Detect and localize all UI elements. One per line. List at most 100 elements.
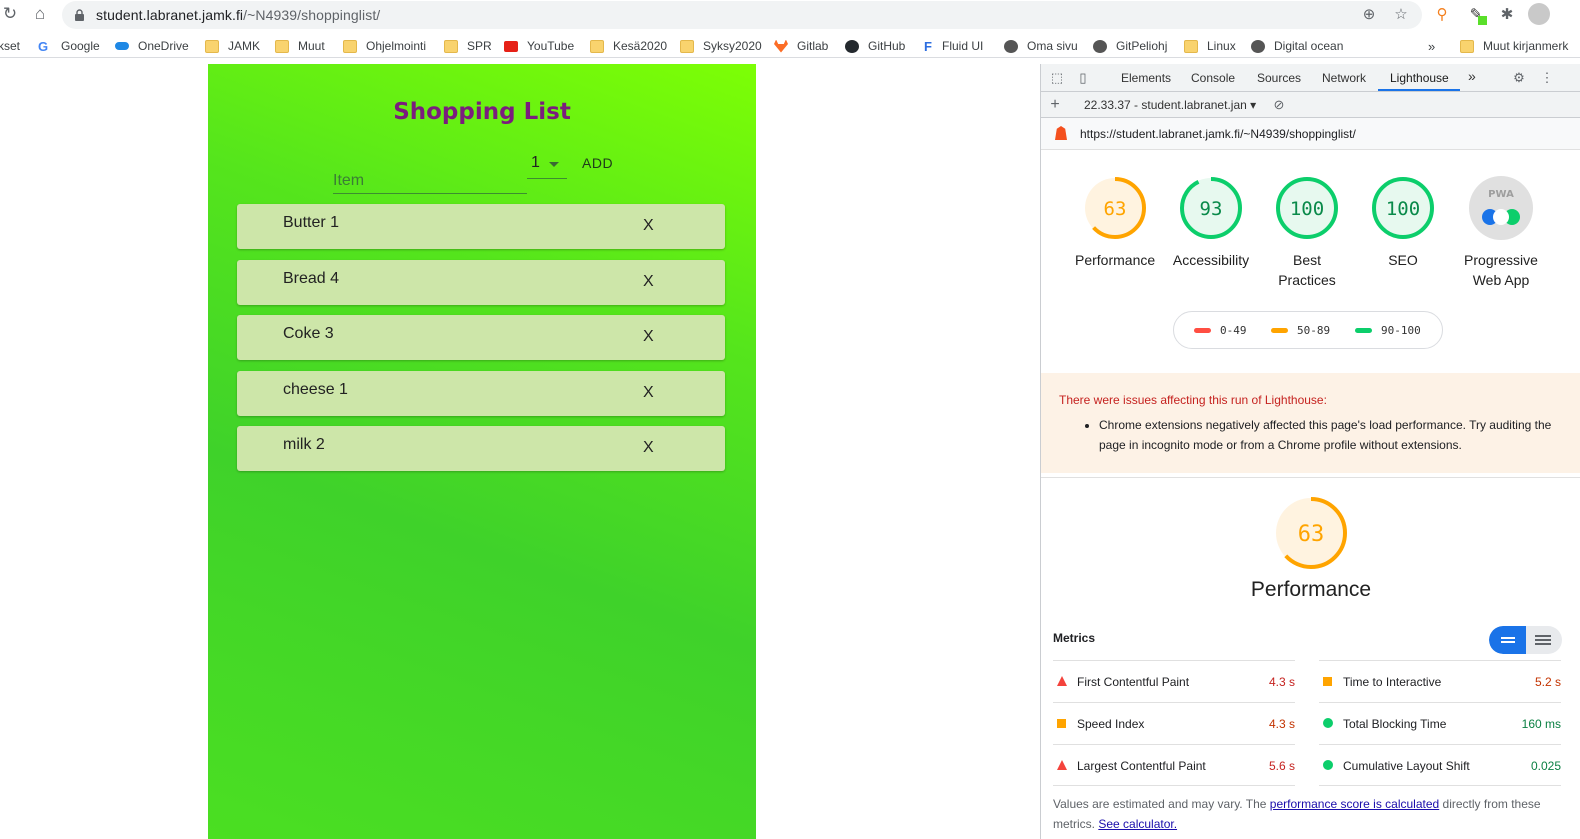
metric-row: Speed Index 4.3 s	[1053, 702, 1295, 744]
metric-value: 4.3 s	[1268, 675, 1295, 689]
folder-icon	[444, 39, 458, 53]
bookmark-item[interactable]: JAMK	[205, 37, 260, 55]
reload-icon[interactable]: ↻	[0, 4, 20, 24]
divider	[1041, 477, 1580, 478]
warning-box: There were issues affecting this run of …	[1041, 373, 1580, 473]
warning-item: Chrome extensions negatively affected th…	[1099, 415, 1559, 455]
metric-row: Total Blocking Time 160 ms	[1319, 702, 1561, 744]
metrics-view-toggle[interactable]	[1489, 626, 1562, 654]
bookmark-item[interactable]: Muut	[275, 37, 325, 55]
metric-row: First Contentful Paint 4.3 s	[1053, 660, 1295, 702]
inspect-icon[interactable]: ⬚	[1049, 70, 1065, 86]
avatar[interactable]	[1528, 3, 1550, 25]
kebab-menu-icon[interactable]: ⋮	[1539, 70, 1555, 86]
install-icon[interactable]: ⊕	[1360, 6, 1378, 24]
compact-view-button[interactable]	[1489, 626, 1526, 654]
tab-console[interactable]: Console	[1191, 71, 1235, 85]
gitlab-icon	[774, 39, 788, 53]
delete-button[interactable]: X	[643, 217, 654, 235]
gauge-pwa[interactable]: PWA Progressive Web App	[1459, 176, 1543, 290]
lighthouse-icon	[1055, 126, 1067, 140]
gauge-performance[interactable]: 63 Performance	[1075, 176, 1155, 270]
metric-value: 160 ms	[1521, 717, 1561, 731]
more-tabs-button[interactable]: »	[1468, 68, 1476, 84]
performance-gauge: 63	[1275, 497, 1347, 569]
add-button[interactable]: ADD	[582, 155, 613, 171]
active-tab-indicator	[1378, 89, 1460, 91]
delete-button[interactable]: X	[643, 384, 654, 402]
bookmark-item[interactable]: GitHub	[845, 37, 905, 55]
gauge-label: Progressive Web App	[1464, 252, 1538, 288]
gear-icon[interactable]: ⚙	[1511, 70, 1527, 86]
bookmark-item[interactable]: Digital ocean	[1251, 37, 1343, 55]
delete-button[interactable]: X	[643, 439, 654, 457]
bookmark-item[interactable]: YouTube	[504, 37, 574, 55]
performance-score: 63	[1298, 522, 1325, 547]
folder-icon	[205, 39, 219, 53]
bookmark-item[interactable]: SPR	[444, 37, 492, 55]
tab-network[interactable]: Network	[1322, 71, 1366, 85]
metric-name: Cumulative Layout Shift	[1343, 759, 1470, 773]
metric-value: 5.6 s	[1268, 759, 1295, 773]
fail-triangle-icon	[1057, 760, 1067, 770]
bookmark-item[interactable]: G Google	[38, 37, 100, 55]
score-legend: 0-49 50-89 90-100	[1173, 311, 1443, 349]
see-calculator-link[interactable]: See calculator.	[1098, 817, 1177, 831]
globe-icon	[1093, 39, 1107, 53]
delete-button[interactable]: X	[643, 328, 654, 346]
google-icon: G	[38, 38, 49, 54]
list-item: Coke 3 X	[237, 315, 725, 360]
gauge-value: 93	[1200, 198, 1223, 220]
device-toolbar-icon[interactable]: ▯	[1075, 70, 1091, 86]
gauge-best-practices[interactable]: 100 Best Practices	[1267, 176, 1347, 290]
tab-sources[interactable]: Sources	[1257, 71, 1301, 85]
legend-average: 50-89	[1271, 324, 1330, 337]
bookmark-item[interactable]: Kesä2020	[590, 37, 667, 55]
metric-name: Total Blocking Time	[1343, 717, 1447, 731]
gauge-accessibility[interactable]: 93 Accessibility	[1171, 176, 1251, 270]
bookmark-item[interactable]: Ohjelmointi	[343, 37, 426, 55]
item-text: milk 2	[283, 436, 325, 453]
home-icon[interactable]: ⌂	[30, 4, 50, 24]
report-selector[interactable]: 22.33.37 - student.labranet.jan ▾	[1084, 98, 1256, 112]
metric-row: Largest Contentful Paint 5.6 s	[1053, 744, 1295, 786]
score-calculated-link[interactable]: performance score is calculated	[1270, 797, 1439, 811]
bookmark-item[interactable]: kset	[0, 37, 20, 55]
bookmark-item[interactable]: GitPeliohj	[1093, 37, 1167, 55]
key-extension-icon[interactable]: ⚲	[1432, 5, 1452, 25]
delete-button[interactable]: X	[643, 273, 654, 291]
cloud-icon	[115, 42, 129, 50]
plus-icon[interactable]: +	[1047, 97, 1063, 113]
folder-icon	[680, 39, 694, 53]
gauge-label: Accessibility	[1172, 252, 1250, 268]
list-item: Butter 1 X	[237, 204, 725, 249]
bookmark-item[interactable]: OneDrive	[115, 37, 189, 55]
bookmark-item[interactable]: Muut kirjanmerk	[1460, 37, 1568, 55]
bookmark-item[interactable]: Linux	[1184, 37, 1236, 55]
item-input[interactable]	[333, 164, 527, 194]
chevron-down-icon	[549, 162, 559, 167]
pass-circle-icon	[1323, 760, 1333, 770]
clear-icon[interactable]: ⊘	[1271, 97, 1287, 113]
bookmark-item[interactable]: Oma sivu	[1004, 37, 1078, 55]
bookmark-item[interactable]: F Fluid UI	[924, 37, 983, 55]
gauge-label: Performance	[1075, 252, 1156, 268]
puzzle-icon[interactable]: ✱	[1497, 5, 1517, 25]
quantity-select[interactable]: 1	[527, 152, 567, 179]
bookmark-item[interactable]: Gitlab	[774, 37, 828, 55]
browser-toolbar: ↻ ⌂ student.labranet.jamk.fi/~N4939/shop…	[0, 0, 1580, 30]
report-url[interactable]: https://student.labranet.jamk.fi/~N4939/…	[1080, 127, 1356, 141]
gauge-seo[interactable]: 100 SEO	[1363, 176, 1443, 270]
shopping-list-app: Shopping List 1 ADD Butter 1 X Bread 4 X…	[208, 64, 756, 839]
gauge-ring: 93	[1180, 177, 1242, 239]
devtools-tabbar: ⬚ ▯ Elements Console Sources Network Lig…	[1041, 64, 1580, 92]
more-bookmarks-button[interactable]: »	[1428, 37, 1435, 55]
address-bar[interactable]: student.labranet.jamk.fi/~N4939/shopping…	[62, 1, 1422, 29]
expanded-view-icon[interactable]	[1535, 635, 1551, 637]
folder-icon	[590, 39, 604, 53]
tab-elements[interactable]: Elements	[1121, 71, 1171, 85]
github-icon	[845, 39, 859, 53]
bookmark-item[interactable]: Syksy2020	[680, 37, 762, 55]
star-icon[interactable]: ☆	[1392, 6, 1410, 24]
tab-lighthouse[interactable]: Lighthouse	[1390, 71, 1449, 85]
